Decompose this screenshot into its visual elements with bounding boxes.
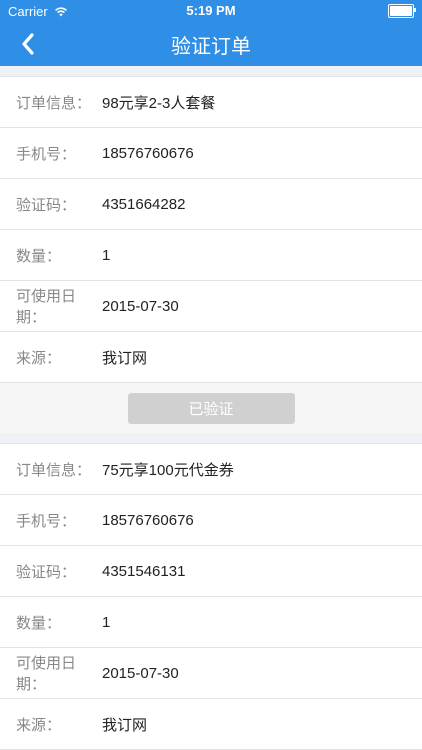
order-info-row: 订单信息： 98元享2-3人套餐	[0, 77, 422, 128]
date-row: 可使用日期： 2015-07-30	[0, 281, 422, 332]
section-divider	[0, 433, 422, 444]
date-label: 可使用日期：	[16, 655, 77, 693]
chevron-left-icon	[22, 33, 34, 55]
source-label: 来源：	[16, 716, 62, 734]
qty-row: 数量： 1	[0, 230, 422, 281]
code-row: 验证码： 4351546131	[0, 546, 422, 597]
source-value: 我订网	[102, 716, 148, 734]
qty-value: 1	[102, 613, 111, 631]
section-divider	[0, 66, 422, 77]
code-label: 验证码：	[16, 196, 77, 214]
order-info-row: 订单信息： 75元享100元代金券	[0, 444, 422, 495]
source-row: 来源： 我订网	[0, 332, 422, 383]
code-value: 4351546131	[102, 562, 186, 580]
verify-button-area: 已验证	[0, 383, 422, 433]
verified-button[interactable]: 已验证	[127, 392, 295, 424]
source-value: 我订网	[102, 349, 148, 367]
qty-value: 1	[102, 246, 111, 264]
header: Carrier 5:19 PM 验证订单	[0, 0, 422, 66]
date-value: 2015-07-30	[102, 297, 179, 315]
phone-label: 手机号：	[16, 512, 77, 530]
date-value: 2015-07-30	[102, 664, 179, 682]
code-label: 验证码：	[16, 563, 77, 581]
qty-label: 数量：	[16, 247, 62, 265]
battery-icon	[388, 4, 416, 18]
source-label: 来源：	[16, 349, 62, 367]
carrier-label: Carrier	[8, 3, 48, 19]
nav-bar: 验证订单	[0, 22, 422, 66]
phone-label: 手机号：	[16, 145, 77, 163]
order-card-2: 订单信息： 75元享100元代金券 手机号： 18576760676 验证码： …	[0, 444, 422, 750]
phone-value: 18576760676	[102, 144, 194, 162]
order-info-value: 75元享100元代金券	[102, 461, 234, 479]
qty-label: 数量：	[16, 614, 62, 632]
page-title: 验证订单	[171, 35, 251, 58]
order-card-1: 订单信息： 98元享2-3人套餐 手机号： 18576760676 验证码： 4…	[0, 77, 422, 433]
phone-value: 18576760676	[102, 511, 194, 529]
order-info-label: 订单信息：	[16, 461, 92, 479]
status-bar: Carrier 5:19 PM	[0, 0, 422, 22]
order-info-label: 订单信息：	[16, 94, 92, 112]
qty-row: 数量： 1	[0, 597, 422, 648]
code-row: 验证码： 4351664282	[0, 179, 422, 230]
wifi-icon	[54, 6, 67, 16]
date-row: 可使用日期： 2015-07-30	[0, 648, 422, 699]
phone-row: 手机号： 18576760676	[0, 495, 422, 546]
phone-row: 手机号： 18576760676	[0, 128, 422, 179]
back-button[interactable]	[12, 28, 44, 60]
code-value: 4351664282	[102, 195, 186, 213]
status-left: Carrier	[8, 4, 68, 19]
source-row: 来源： 我订网	[0, 699, 422, 750]
order-info-value: 98元享2-3人套餐	[102, 94, 216, 112]
date-label: 可使用日期：	[16, 288, 77, 326]
